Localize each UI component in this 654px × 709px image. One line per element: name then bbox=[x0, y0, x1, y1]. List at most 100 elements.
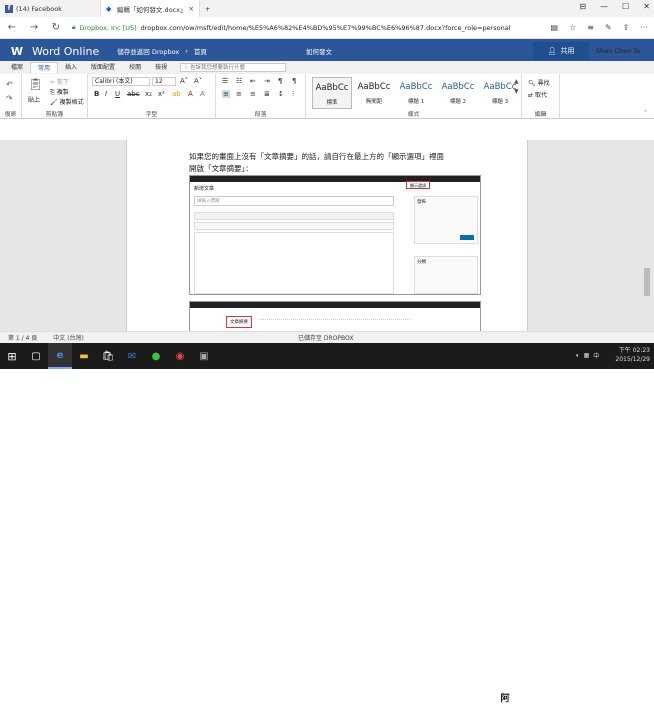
paragraph-line: 開啟「文章摘要」： bbox=[189, 164, 253, 173]
align-left-icon[interactable]: ≡ bbox=[222, 90, 230, 98]
font-size-select[interactable]: 12 bbox=[152, 77, 176, 86]
copy-button[interactable]: ⎘ 複製 bbox=[50, 87, 69, 97]
superscript-icon[interactable]: x² bbox=[158, 90, 165, 98]
embedded-screenshot-options[interactable]: 文章摘要 bbox=[189, 301, 481, 333]
style-heading-1[interactable]: AaBbCc 標題 1 bbox=[396, 77, 436, 109]
back-icon[interactable]: ← bbox=[6, 22, 18, 33]
home-link[interactable]: 首頁 bbox=[194, 46, 207, 56]
clock[interactable]: 下午 02:23 2015/12/29 bbox=[615, 346, 650, 364]
styles-scroll-up-icon[interactable]: ▲ bbox=[514, 78, 519, 85]
decrease-indent-icon[interactable]: ⇤ bbox=[250, 77, 256, 85]
paste-icon[interactable]: 📋︎ bbox=[28, 77, 43, 91]
tab-preview-icon[interactable]: ⊟ bbox=[579, 2, 586, 11]
refresh-icon[interactable]: ↻ bbox=[50, 22, 62, 33]
tab-insert[interactable]: 插入 bbox=[58, 62, 84, 73]
align-right-icon[interactable]: ≡ bbox=[250, 90, 256, 98]
lock-icon: 🔒︎ bbox=[72, 23, 76, 31]
tab-home[interactable]: 常用 bbox=[30, 62, 59, 73]
close-icon[interactable]: ✕ bbox=[189, 5, 194, 13]
tab-dropbox-edit[interactable]: ◆ 編輯「如何發文.docx」 ✕ bbox=[100, 0, 200, 17]
style-heading-2[interactable]: AaBbCc 標題 2 bbox=[438, 77, 478, 109]
grow-font-icon[interactable]: A˄ bbox=[180, 77, 188, 85]
reading-view-icon[interactable]: ▤ bbox=[551, 23, 559, 32]
ime-indicator[interactable]: 中 bbox=[593, 351, 599, 360]
shrink-font-icon[interactable]: A˅ bbox=[194, 77, 202, 85]
bullets-icon[interactable]: ☰ bbox=[222, 77, 228, 85]
tab-layout[interactable]: 版面配置 bbox=[84, 62, 122, 73]
rtl-icon[interactable]: ¶ bbox=[292, 77, 296, 85]
user-name[interactable]: Shen Chen Ta bbox=[596, 47, 640, 55]
align-center-icon[interactable]: ≡ bbox=[236, 90, 242, 98]
dropbox-icon: ◆ bbox=[106, 4, 112, 13]
address-bar[interactable]: 🔒︎ Dropbox, Inc [US] dropbox.com/ow/msft… bbox=[72, 23, 541, 32]
subscript-icon[interactable]: x₂ bbox=[145, 90, 152, 98]
justify-icon[interactable]: ≣ bbox=[264, 90, 270, 98]
format-painter-button[interactable]: 🖌︎ 複製格式 bbox=[50, 97, 84, 106]
save-return-link[interactable]: 儲存並返回 Dropbox bbox=[117, 46, 179, 56]
document-page[interactable]: 如果您的畫面上沒有「文章摘要」的話，請自行在最上方的「顯示選項」裡面 開啟「文章… bbox=[126, 140, 528, 333]
favorite-star-icon[interactable]: ☆ bbox=[569, 23, 576, 32]
app-taskbar-button[interactable]: ▣ bbox=[192, 343, 216, 369]
breadcrumb: 儲存並返回 Dropbox › 首頁 bbox=[117, 46, 207, 56]
mail-icon: ✉ bbox=[127, 350, 137, 362]
document-paragraph[interactable]: 如果您的畫面上沒有「文章摘要」的話，請自行在最上方的「顯示選項」裡面 開啟「文章… bbox=[189, 151, 444, 175]
network-icon[interactable]: ▦ bbox=[584, 352, 590, 359]
hub-icon[interactable]: ≡ bbox=[587, 23, 594, 32]
line-taskbar-button[interactable]: ● bbox=[144, 343, 168, 369]
store-taskbar-button[interactable]: 🛍︎ bbox=[96, 343, 120, 369]
search-button[interactable]: ▢ bbox=[24, 343, 48, 369]
edge-taskbar-button[interactable]: e bbox=[48, 343, 72, 369]
tab-view[interactable]: 檢視 bbox=[148, 62, 174, 73]
scrollbar-thumb[interactable] bbox=[644, 268, 650, 296]
explorer-taskbar-button[interactable]: ▬ bbox=[72, 343, 96, 369]
more-icon[interactable]: ··· bbox=[640, 23, 648, 32]
forward-icon[interactable]: → bbox=[28, 22, 40, 33]
underline-icon[interactable]: U bbox=[115, 90, 120, 98]
styles-scroll-down-icon[interactable]: ▼ bbox=[514, 88, 519, 95]
numbering-icon[interactable]: ☷ bbox=[236, 77, 242, 85]
paste-label[interactable]: 貼上 bbox=[28, 95, 40, 104]
maximize-icon[interactable]: ☐ bbox=[622, 2, 629, 11]
highlight-icon[interactable]: ab bbox=[172, 90, 181, 98]
share-label: 共用 bbox=[560, 47, 575, 55]
increase-indent-icon[interactable]: ⇥ bbox=[264, 77, 270, 85]
clear-format-icon[interactable]: A̸ bbox=[200, 90, 205, 98]
replace-button[interactable]: ⇄ 取代 bbox=[528, 90, 547, 99]
cut-button[interactable]: ✂ 剪下 bbox=[50, 77, 69, 86]
bold-icon[interactable]: B bbox=[94, 90, 99, 98]
outlook-taskbar-button[interactable]: ✉ bbox=[120, 343, 144, 369]
paragraph-options-icon[interactable]: ⁝ bbox=[292, 90, 294, 98]
undo-icon[interactable]: ↶ bbox=[6, 80, 13, 89]
style-normal[interactable]: AaBbCc 標準 bbox=[312, 77, 352, 109]
minimize-icon[interactable]: — bbox=[600, 2, 608, 11]
chrome-taskbar-button[interactable]: ◉ bbox=[168, 343, 192, 369]
style-no-spacing[interactable]: AaBbCc 無間距 bbox=[354, 77, 394, 109]
tell-me-search[interactable]: 💡︎ 告訴我您想要執行什麼 bbox=[180, 63, 287, 72]
start-button[interactable]: ⊞ bbox=[0, 343, 24, 369]
language-indicator[interactable]: 中文 (台灣) bbox=[53, 333, 84, 342]
new-tab-button[interactable]: + bbox=[200, 0, 220, 17]
close-window-icon[interactable]: ✕ bbox=[643, 2, 650, 11]
font-group: Calibri (本文) 12 A˄ A˅ B I U abc x₂ x² ab… bbox=[88, 74, 216, 119]
tab-facebook[interactable]: f (14) Facebook bbox=[0, 0, 100, 17]
redo-icon[interactable]: ↷ bbox=[6, 94, 13, 103]
share-icon[interactable]: ⇪ bbox=[623, 23, 630, 32]
vertical-scrollbar[interactable] bbox=[643, 140, 651, 331]
font-color-icon[interactable]: A bbox=[188, 90, 193, 98]
find-button[interactable]: 🔍︎ 尋找 bbox=[528, 78, 550, 87]
ltr-icon[interactable]: ¶ bbox=[278, 77, 282, 85]
web-note-icon[interactable]: ✎ bbox=[605, 23, 612, 32]
italic-icon[interactable]: I bbox=[105, 90, 107, 98]
navigation-bar: ← → ↻ 🔒︎ Dropbox, Inc [US] dropbox.com/o… bbox=[0, 17, 654, 39]
strikethrough-icon[interactable]: abc bbox=[127, 90, 140, 98]
line-spacing-icon[interactable]: ↕ bbox=[278, 90, 284, 98]
document-title[interactable]: 如何發文 bbox=[306, 46, 332, 56]
share-button[interactable]: 👤︎ 共用 bbox=[532, 41, 590, 61]
tab-title: (14) Facebook bbox=[16, 4, 62, 13]
volume-icon[interactable]: 🔈︎ bbox=[576, 352, 580, 360]
collapse-ribbon-icon[interactable]: ˄ bbox=[644, 110, 647, 117]
tab-review[interactable]: 校閱 bbox=[122, 62, 148, 73]
embedded-screenshot-editor[interactable]: 顯示選項 新增文章 請輸入標題 發佈 分類 bbox=[189, 175, 481, 295]
font-name-select[interactable]: Calibri (本文) bbox=[92, 77, 150, 86]
tab-file[interactable]: 檔案 bbox=[4, 62, 30, 73]
